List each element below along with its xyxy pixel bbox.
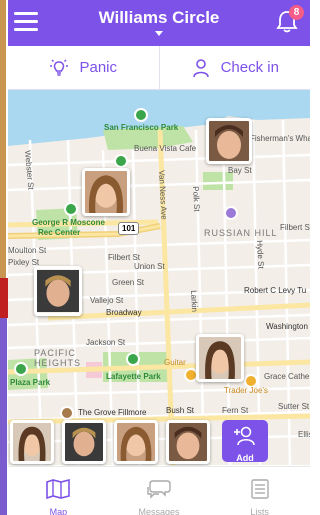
background-strip — [0, 0, 6, 280]
notifications-button[interactable]: 8 — [276, 5, 304, 36]
map-view[interactable]: 101 San Francisco Park Buena Vista Cafe … — [8, 90, 310, 465]
map-label: Rec Center — [38, 228, 81, 237]
add-person-icon — [234, 426, 255, 446]
member-strip: Add — [8, 420, 310, 466]
map-label: Bay St — [228, 166, 252, 175]
background-strip-red — [0, 278, 8, 318]
park-marker-icon[interactable] — [114, 154, 128, 168]
map-label: San Francisco Park — [104, 123, 179, 132]
map-label: PACIFIC — [34, 348, 76, 358]
map-icon — [46, 478, 71, 500]
map-label: Hyde St — [255, 240, 266, 269]
member-avatar-map[interactable] — [34, 266, 82, 316]
circle-selector[interactable]: Williams Circle — [68, 8, 250, 36]
person-photo — [13, 423, 51, 461]
member-avatar-map[interactable] — [82, 168, 130, 216]
app-frame: Williams Circle 8 Panic Check in 101 San… — [0, 0, 310, 515]
map-label: Fisherman's Whar — [250, 134, 310, 143]
map-label: Bush St — [166, 406, 195, 415]
map-label: Lafayette Park — [106, 372, 161, 381]
tab-bar: Map Messages Lists — [8, 466, 310, 515]
hamburger-menu-icon[interactable] — [14, 12, 38, 32]
map-label: Moulton St — [8, 246, 47, 255]
person-icon — [192, 58, 209, 77]
page-title: Williams Circle — [98, 8, 220, 27]
map-label: RUSSIAN HILL — [204, 228, 278, 238]
tab-label: Lists — [250, 507, 269, 515]
add-member-button[interactable]: Add — [222, 420, 268, 463]
map-label: Polk St — [191, 186, 202, 212]
map-label: Green St — [112, 278, 145, 287]
action-bar: Panic Check in — [8, 46, 310, 90]
map-label: HEIGHTS — [34, 358, 82, 368]
park-marker-icon[interactable] — [14, 362, 28, 376]
tab-label: Messages — [138, 507, 180, 515]
tab-messages[interactable]: Messages — [109, 467, 210, 515]
person-photo — [199, 337, 241, 379]
chevron-down-icon — [155, 31, 163, 36]
map-label: Broadway — [106, 308, 142, 317]
list-document-icon — [250, 479, 269, 499]
map-label: Plaza Park — [10, 378, 51, 387]
person-photo — [65, 423, 103, 461]
highway-shield: 101 — [118, 222, 140, 235]
tab-label: Map — [49, 507, 68, 515]
map-label: Larkin — [189, 290, 200, 313]
landmark-marker-icon[interactable] — [224, 206, 238, 220]
app-header: Williams Circle 8 — [8, 0, 310, 46]
map-label: Filbert St — [280, 223, 310, 232]
member-thumbnail[interactable] — [114, 420, 158, 464]
member-thumbnail[interactable] — [10, 420, 54, 464]
map-label: Pixley St — [8, 258, 40, 267]
add-button-label: Add — [236, 453, 254, 463]
alert-bulb-icon — [50, 58, 69, 76]
checkin-button[interactable]: Check in — [160, 46, 311, 89]
map-label: Union St — [134, 262, 165, 271]
member-thumbnail[interactable] — [62, 420, 106, 464]
checkin-label: Check in — [220, 59, 279, 76]
tab-lists[interactable]: Lists — [209, 467, 310, 515]
person-photo — [209, 121, 249, 161]
park-marker-icon[interactable] — [134, 108, 148, 122]
chat-bubbles-icon — [147, 480, 171, 499]
map-label: Sutter St — [278, 402, 310, 411]
map-label: The Grove Fillmore — [78, 408, 147, 417]
park-marker-icon[interactable] — [64, 202, 78, 216]
map-label: George R Moscone — [32, 218, 105, 227]
person-photo — [117, 423, 155, 461]
map-label: Filbert St — [108, 253, 141, 262]
member-avatar-map[interactable] — [196, 334, 244, 382]
map-label: Vallejo St — [90, 296, 124, 305]
background-strip-purple — [0, 318, 7, 515]
map-label: Buena Vista Cafe — [134, 144, 197, 153]
map-label: Robert C Levy Tu — [244, 286, 307, 295]
member-thumbnail[interactable] — [166, 420, 210, 464]
person-photo — [169, 423, 207, 461]
map-label: Fern St — [222, 406, 249, 415]
person-photo — [37, 270, 79, 312]
map-label: Washington — [266, 322, 308, 331]
map-label: Guitar — [164, 358, 186, 367]
tab-map[interactable]: Map — [8, 467, 109, 515]
panic-label: Panic — [79, 59, 118, 76]
notification-badge: 8 — [289, 5, 304, 20]
member-avatar-map[interactable] — [206, 118, 252, 164]
map-label: Jackson St — [86, 338, 126, 347]
panic-button[interactable]: Panic — [8, 46, 160, 89]
map-label: Trader Joe's — [224, 386, 268, 395]
venue-marker-icon[interactable] — [60, 406, 74, 420]
park-marker-icon[interactable] — [126, 352, 140, 366]
map-label: Grace Cathe — [264, 372, 310, 381]
person-photo — [85, 171, 127, 213]
